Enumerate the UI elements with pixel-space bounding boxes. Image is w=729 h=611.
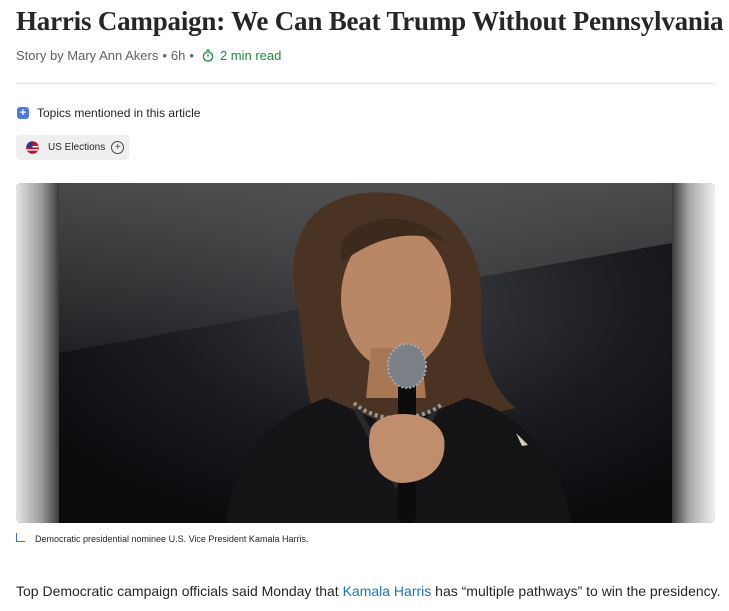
us-flag-icon xyxy=(26,141,39,154)
topics-heading: Topics mentioned in this article xyxy=(37,106,201,120)
publish-age: 6h xyxy=(170,48,186,63)
kamala-harris-link[interactable]: Kamala Harris xyxy=(343,583,432,599)
read-time: 2 min read xyxy=(202,48,281,63)
byline-separator: • xyxy=(162,48,167,63)
stopwatch-icon xyxy=(202,49,214,62)
topics-plus-icon: + xyxy=(17,107,29,119)
photo-caption-text: Democratic presidential nominee U.S. Vic… xyxy=(35,534,309,544)
lead-text-before: Top Democratic campaign officials said M… xyxy=(16,583,343,599)
topics-heading-row: + Topics mentioned in this article xyxy=(17,106,200,120)
photo-caption: Democratic presidential nominee U.S. Vic… xyxy=(16,532,309,544)
article-headline: Harris Campaign: We Can Beat Trump Witho… xyxy=(16,6,724,36)
byline-separator: • xyxy=(189,48,194,63)
topic-chip-us-elections[interactable]: US Elections + xyxy=(16,135,129,160)
byline: Story by Mary Ann Akers • 6h • 2 min rea… xyxy=(16,48,281,63)
author-name[interactable]: Story by Mary Ann Akers xyxy=(16,48,158,63)
article-lead-paragraph: Top Democratic campaign officials said M… xyxy=(16,583,721,599)
speaker-photo-illustration xyxy=(59,183,672,523)
caption-corner-icon xyxy=(16,532,25,542)
read-time-label: 2 min read xyxy=(219,48,282,63)
topic-chip-label: US Elections xyxy=(48,142,106,153)
header-divider xyxy=(16,83,715,84)
lead-text-after: has “multiple pathways” to win the presi… xyxy=(431,583,721,599)
follow-topic-plus-icon[interactable]: + xyxy=(111,141,125,154)
article-photo[interactable] xyxy=(16,183,715,523)
